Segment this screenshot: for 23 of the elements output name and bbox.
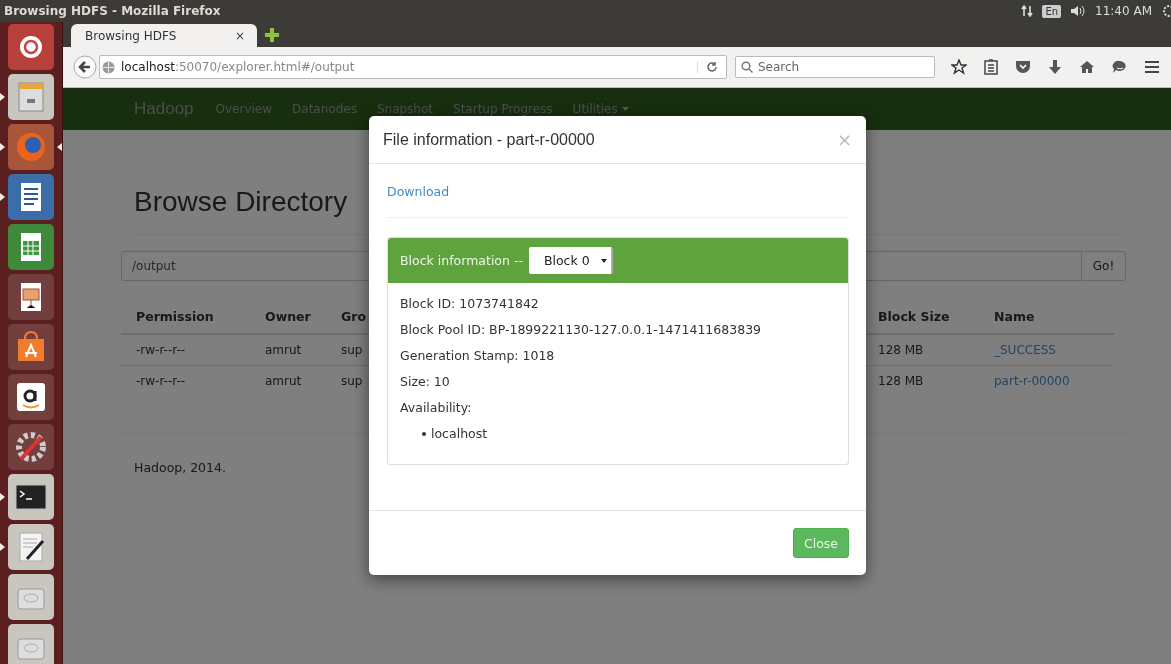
table-cell: -rw-r--r-- [136, 343, 186, 357]
table-cell: 128 MB [878, 343, 924, 357]
table-cell: amrut [265, 343, 302, 357]
column-header: Gro [341, 308, 366, 324]
column-header: Name [994, 308, 1035, 324]
table-cell: -rw-r--r-- [136, 374, 186, 388]
column-header: Owner [265, 308, 311, 324]
url-text: localhost:50070/explorer.html#/output [121, 60, 355, 74]
dialog-title: File information - part-r-00000 [383, 130, 595, 149]
window-title: Browsing HDFS - Mozilla Firefox [4, 4, 221, 18]
panel-title: Block information -- [400, 253, 523, 268]
block-detail: Block ID: 1073741842 [400, 296, 540, 313]
table-cell: sup [341, 374, 363, 388]
availability-label: Availability: [400, 400, 473, 417]
column-header: Block Size [878, 308, 950, 324]
table-cell: amrut [265, 374, 302, 388]
block-detail: Generation Stamp: 1018 [400, 348, 556, 365]
block-detail: Size: 10 [400, 374, 451, 391]
block-detail: Block Pool ID: BP-1899221130-127.0.0.1-1471411683839 [400, 322, 763, 339]
table-cell: 128 MB [878, 374, 924, 388]
column-header: Permission [136, 308, 214, 324]
tab-title: Browsing HDFS [85, 28, 177, 43]
table-cell: sup [341, 343, 363, 357]
